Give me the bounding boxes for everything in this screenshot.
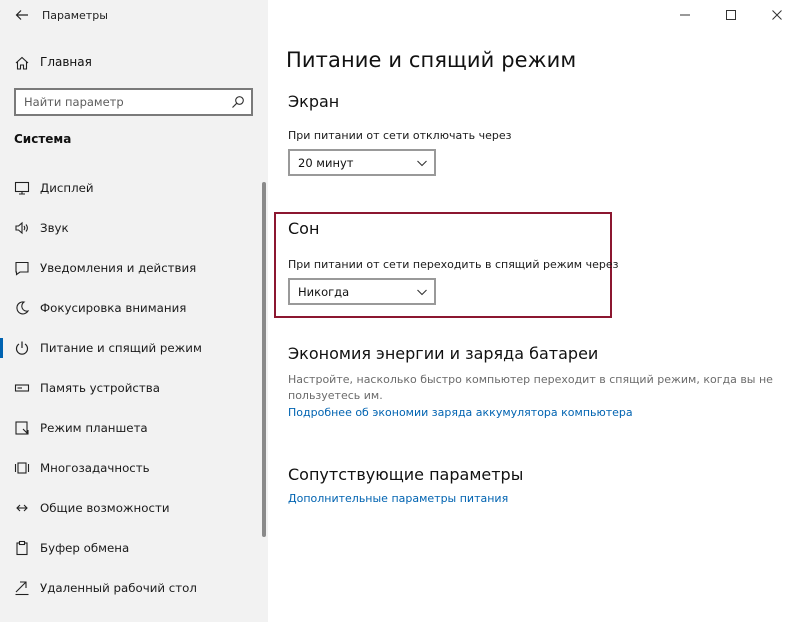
sleep-timeout-value: Никогда (298, 285, 350, 299)
nav-list: Дисплей Звук Уведомления и действия Фоку… (0, 168, 262, 608)
related-settings-heading: Сопутствующие параметры (288, 465, 524, 484)
sidebar-item-label: Удаленный рабочий стол (40, 581, 197, 595)
minimize-button[interactable] (662, 0, 708, 30)
search-icon[interactable] (230, 94, 246, 110)
nav-home[interactable]: Главная (0, 49, 268, 77)
sidebar-item-label: Буфер обмена (40, 541, 130, 555)
search-input[interactable] (16, 90, 226, 114)
battery-heading: Экономия энергии и заряда батареи (288, 344, 599, 363)
close-button[interactable] (754, 0, 800, 30)
sidebar-item-storage[interactable]: Память устройства (0, 368, 262, 408)
battery-saving-link[interactable]: Подробнее об экономии заряда аккумулятор… (288, 406, 633, 419)
section-title: Система (14, 132, 72, 146)
additional-power-settings-link[interactable]: Дополнительные параметры питания (288, 492, 508, 505)
screen-heading: Экран (288, 92, 340, 111)
title-bar: Параметры (0, 0, 268, 30)
screen-timeout-dropdown[interactable]: 20 минут (288, 149, 436, 176)
active-indicator (0, 338, 3, 358)
shared-experiences-icon (16, 504, 28, 512)
sidebar-item-label: Звук (40, 221, 69, 235)
chevron-down-icon (417, 160, 427, 167)
clipboard-icon (16, 540, 28, 556)
sleep-timeout-label: При питании от сети переходить в спящий … (288, 258, 619, 271)
battery-description: Настройте, насколько быстро компьютер пе… (288, 373, 773, 402)
screen-timeout-label: При питании от сети отключать через (288, 129, 512, 142)
main-content: Питание и спящий режим Экран При питании… (268, 0, 800, 622)
chevron-down-icon (417, 289, 427, 296)
screen-timeout-value: 20 минут (298, 156, 354, 170)
sidebar: Параметры Главная Система Дисплей З (0, 0, 268, 622)
power-icon (15, 341, 29, 355)
sidebar-item-display[interactable]: Дисплей (0, 168, 262, 208)
sidebar-item-label: Общие возможности (40, 501, 170, 515)
maximize-icon (726, 10, 736, 20)
sidebar-scrollbar[interactable] (262, 182, 266, 537)
back-arrow-icon (15, 10, 28, 20)
speaker-icon (15, 221, 28, 235)
app-title: Параметры (42, 9, 108, 22)
display-icon (14, 181, 30, 195)
storage-icon (14, 384, 30, 392)
sleep-heading: Сон (288, 219, 320, 238)
notification-icon (15, 261, 29, 276)
home-label: Главная (40, 55, 92, 69)
sidebar-item-clipboard[interactable]: Буфер обмена (0, 528, 262, 568)
sidebar-item-multitasking[interactable]: Многозадачность (0, 448, 262, 488)
sleep-timeout-dropdown[interactable]: Никогда (288, 278, 436, 305)
sidebar-item-label: Фокусировка внимания (40, 301, 187, 315)
tablet-icon (15, 421, 29, 435)
search-box[interactable] (14, 88, 253, 116)
remote-desktop-icon (15, 581, 29, 596)
sidebar-item-label: Многозадачность (40, 461, 150, 475)
maximize-button[interactable] (708, 0, 754, 30)
sidebar-item-label: Память устройства (40, 381, 160, 395)
sidebar-item-notifications[interactable]: Уведомления и действия (0, 248, 262, 288)
sidebar-item-label: Уведомления и действия (40, 261, 197, 275)
sidebar-item-label: Дисплей (40, 181, 94, 195)
sidebar-item-label: Питание и спящий режим (40, 341, 202, 355)
sidebar-item-shared-experiences[interactable]: Общие возможности (0, 488, 262, 528)
sidebar-item-power-sleep[interactable]: Питание и спящий режим (0, 328, 262, 368)
close-icon (772, 10, 782, 20)
page-title: Питание и спящий режим (286, 48, 577, 72)
multitasking-icon (14, 462, 30, 474)
sidebar-item-sound[interactable]: Звук (0, 208, 262, 248)
sidebar-item-focus-assist[interactable]: Фокусировка внимания (0, 288, 262, 328)
sidebar-item-label: Режим планшета (40, 421, 148, 435)
sidebar-item-tablet-mode[interactable]: Режим планшета (0, 408, 262, 448)
focus-moon-icon (16, 301, 30, 315)
window-controls (662, 0, 800, 30)
back-button[interactable] (12, 5, 32, 25)
minimize-icon (680, 14, 690, 16)
sidebar-item-remote-desktop[interactable]: Удаленный рабочий стол (0, 568, 262, 608)
home-icon (15, 56, 29, 70)
